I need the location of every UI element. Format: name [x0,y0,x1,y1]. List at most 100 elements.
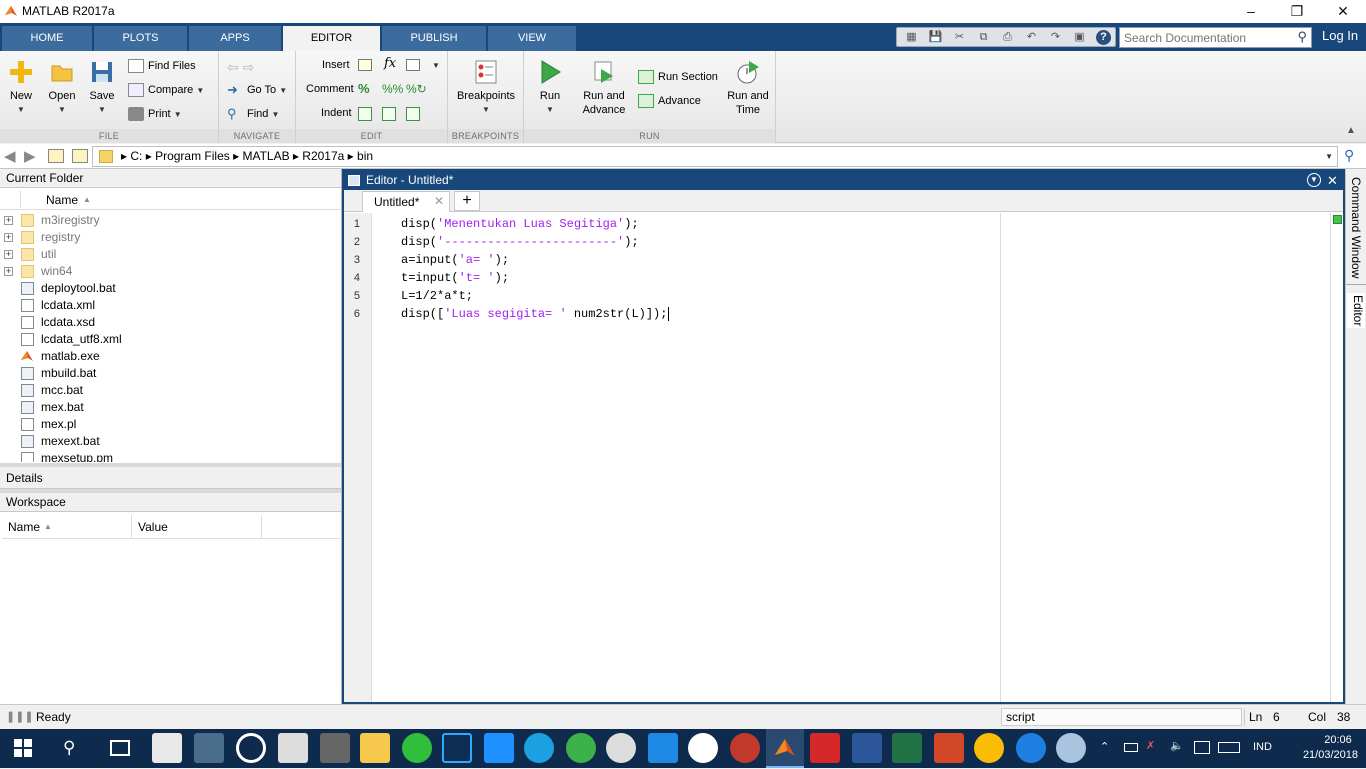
save-button[interactable]: Save ▼ [84,59,120,117]
photos-icon[interactable] [194,733,224,763]
mail-icon[interactable] [278,733,308,763]
chrome-icon[interactable] [974,733,1004,763]
breadcrumb-item[interactable]: bin [357,149,373,163]
workspace-name-header[interactable]: Name [8,520,40,534]
code-line[interactable]: disp('Menentukan Luas Segitiga'); [401,215,639,233]
line-app-icon[interactable] [402,733,432,763]
close-button[interactable]: ✕ [1320,0,1366,23]
sync-icon[interactable] [524,733,554,763]
indent-button[interactable]: Indent [321,103,352,123]
chevron-up-icon[interactable]: ⌃ [1100,740,1109,753]
run-section-button[interactable]: Run Section [638,67,718,87]
acrobat-icon[interactable] [810,733,840,763]
expand-icon[interactable]: + [4,216,13,225]
insert-section-icon[interactable] [358,59,372,71]
app-icon[interactable] [688,733,718,763]
file-list-item[interactable]: mexext.bat [0,433,340,450]
volume-icon[interactable]: 🔈 [1170,739,1184,752]
smart-indent-icon[interactable] [358,107,372,121]
expand-icon[interactable]: + [4,233,13,242]
workspace-value-header[interactable]: Value [138,520,168,534]
powerpoint-icon[interactable] [934,733,964,763]
code-line[interactable]: t=input('t= '); [401,269,509,287]
search-documentation-box[interactable]: ⚲ [1119,27,1312,48]
breakpoints-button[interactable]: Breakpoints ▼ [454,59,518,117]
back-forward-icon[interactable]: ⇦ ⇨ [227,59,254,76]
tab-publish[interactable]: PUBLISH [382,26,487,51]
code-line[interactable]: disp(['Luas segigita= ' num2str(L)]); [401,305,670,323]
tab-untitled[interactable]: Untitled* ✕ [362,191,450,212]
browse-folder-icon[interactable] [72,149,88,163]
app-icon[interactable] [484,733,514,763]
breadcrumb-item[interactable]: MATLAB [242,149,289,163]
redo-icon[interactable]: ↷ [1048,30,1063,45]
tab-view[interactable]: VIEW [488,26,577,51]
wrap-comments-icon[interactable]: %↻ [406,82,427,96]
clock-time[interactable]: 20:06 [1318,734,1358,746]
tab-command-window[interactable]: Command Window [1349,177,1363,278]
file-list-item[interactable]: mcc.bat [0,382,340,399]
file-explorer-icon[interactable] [360,733,390,763]
comment-button[interactable]: Comment [306,79,354,99]
run-button[interactable]: Run ▼ [532,59,568,117]
path-dropdown-icon[interactable]: ▼ [1325,152,1333,161]
path-field[interactable]: ▸ C: ▸ Program Files ▸ MATLAB ▸ R2017a ▸… [92,146,1338,167]
log-in-link[interactable]: Log In [1322,28,1358,43]
advance-button[interactable]: Advance [638,91,701,111]
find-files-button[interactable]: Find Files [128,56,196,76]
file-list-item[interactable]: lcdata.xml [0,297,340,314]
run-and-time-button[interactable]: Run and Time [722,59,774,117]
find-button[interactable]: ⚲ Find ▼ [227,104,279,124]
file-list-item[interactable]: mex.pl [0,416,340,433]
edge-icon[interactable] [1016,733,1046,763]
maximize-button[interactable]: ❐ [1274,0,1320,23]
code-line[interactable]: L=1/2*a*t; [401,287,473,305]
file-list-item[interactable]: + win64 [0,263,340,280]
uncomment-icon[interactable]: %% [382,82,403,96]
app-icon[interactable] [1056,733,1086,763]
open-button[interactable]: Open ▼ [44,59,80,117]
file-list-item[interactable]: lcdata_utf8.xml [0,331,340,348]
minimize-button[interactable]: – [1228,0,1274,23]
code-line[interactable]: a=input('a= '); [401,251,509,269]
file-list-item[interactable]: mexsetup.pm [0,450,340,462]
switch-windows-icon[interactable]: ▣ [1072,30,1087,45]
name-column-header[interactable]: Name [46,193,78,207]
search-folder-icon[interactable]: ⚲ [1344,147,1354,164]
forward-icon[interactable]: ▶ [24,147,36,165]
help-icon[interactable]: ? [1096,30,1111,45]
groove-icon[interactable] [236,733,266,763]
run-and-advance-button[interactable]: Run and Advance [578,59,630,117]
tab-home[interactable]: HOME [2,26,93,51]
tab-apps[interactable]: APPS [189,26,282,51]
insert-button[interactable]: Insert [322,55,350,75]
xbox-icon[interactable] [566,733,596,763]
tab-plots[interactable]: PLOTS [94,26,188,51]
battery-icon[interactable] [1124,743,1138,752]
code-area[interactable]: 1 disp('Menentukan Luas Segitiga'); 2 disp(… [344,213,1328,702]
file-list-item[interactable]: lcdata.xsd [0,314,340,331]
code-analyzer-ok-icon[interactable] [1333,215,1342,224]
network-icon[interactable]: ✗ [1146,739,1155,752]
layout-icon[interactable]: ▦ [904,30,919,45]
tab-editor[interactable]: EDITOR [283,26,381,51]
matlab-taskbar-button[interactable] [766,729,804,768]
breadcrumb-item[interactable]: Program Files [155,149,230,163]
file-list-item[interactable]: + registry [0,229,340,246]
insert-dropdown-icon[interactable]: ▼ [432,61,440,70]
save-icon[interactable]: 💾 [928,30,943,45]
cut-icon[interactable]: ✂ [952,30,967,45]
comment-icon[interactable]: % [358,81,370,96]
search-icon[interactable]: ⚲ [63,738,75,758]
insert-function-icon[interactable]: fx [384,56,396,71]
compare-button[interactable]: Compare ▼ [128,80,204,100]
decrease-indent-icon[interactable] [406,107,420,121]
back-icon[interactable]: ◀ [4,147,16,165]
onedrive-icon[interactable] [648,733,678,763]
up-folder-icon[interactable] [48,149,64,163]
insert-function-menu-icon[interactable] [406,59,420,71]
breadcrumb-item[interactable]: C: [130,149,142,163]
photoshop-icon[interactable] [442,733,472,763]
print-button[interactable]: Print ▼ [128,104,182,124]
paste-icon[interactable]: ⎙ [1000,30,1015,45]
